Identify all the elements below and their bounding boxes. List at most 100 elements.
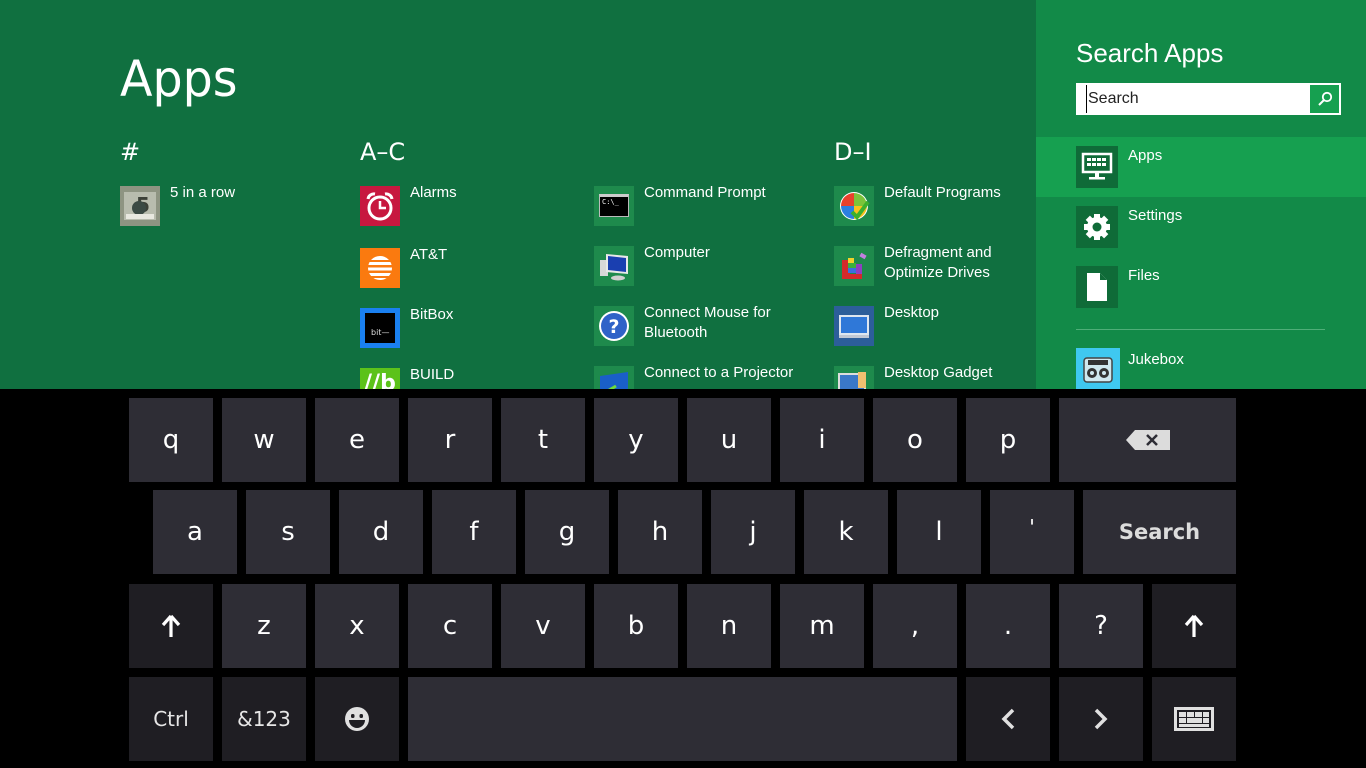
search-input[interactable] bbox=[1086, 85, 1310, 113]
scope-apps[interactable]: Apps bbox=[1036, 137, 1366, 197]
app-tile-default-programs[interactable]: Default Programs bbox=[834, 184, 1036, 226]
key-s[interactable]: s bbox=[246, 490, 330, 574]
key-ctrl[interactable]: Ctrl bbox=[129, 677, 213, 761]
key-comma[interactable]: , bbox=[873, 584, 957, 668]
app-tile-command-prompt[interactable]: C:\_ Command Prompt bbox=[594, 184, 804, 226]
key-d[interactable]: d bbox=[339, 490, 423, 574]
key-o[interactable]: o bbox=[873, 398, 957, 482]
scope-settings[interactable]: Settings bbox=[1036, 197, 1366, 257]
app-tile-defragment[interactable]: Defragment and Optimize Drives bbox=[834, 244, 1036, 286]
key-label: z bbox=[257, 611, 271, 641]
key-apostrophe[interactable]: ' bbox=[990, 490, 1074, 574]
key-u[interactable]: u bbox=[687, 398, 771, 482]
gear-icon bbox=[1076, 206, 1118, 248]
key-x[interactable]: x bbox=[315, 584, 399, 668]
key-f[interactable]: f bbox=[432, 490, 516, 574]
search-pane: Search Apps Apps bbox=[1036, 0, 1366, 389]
result-label: Jukebox bbox=[1128, 351, 1184, 368]
key-l[interactable]: l bbox=[897, 490, 981, 574]
command-prompt-icon: C:\_ bbox=[594, 186, 634, 226]
key-w[interactable]: w bbox=[222, 398, 306, 482]
app-label: Computer bbox=[644, 244, 710, 261]
group-header-hash[interactable]: # bbox=[120, 138, 140, 166]
key-period[interactable]: . bbox=[966, 584, 1050, 668]
app-label: AT&T bbox=[410, 246, 448, 263]
app-tile-connect-projector[interactable]: Connect to a Projector bbox=[594, 364, 804, 389]
apps-icon bbox=[1076, 146, 1118, 188]
key-label: t bbox=[537, 425, 549, 455]
key-label: a bbox=[187, 517, 203, 547]
app-tile-computer[interactable]: Computer bbox=[594, 244, 804, 286]
key-keyboard-layout[interactable] bbox=[1152, 677, 1236, 761]
key-c[interactable]: c bbox=[408, 584, 492, 668]
result-jukebox[interactable]: Jukebox bbox=[1036, 341, 1366, 389]
key-g[interactable]: g bbox=[525, 490, 609, 574]
chevron-right-icon bbox=[1094, 708, 1108, 730]
key-right-arrow[interactable] bbox=[1059, 677, 1143, 761]
computer-icon bbox=[594, 246, 634, 286]
key-space[interactable] bbox=[408, 677, 957, 761]
search-button[interactable] bbox=[1310, 85, 1339, 113]
scope-label: Settings bbox=[1128, 207, 1183, 224]
key-a[interactable]: a bbox=[153, 490, 237, 574]
key-left-arrow[interactable] bbox=[966, 677, 1050, 761]
scope-files[interactable]: Files bbox=[1036, 257, 1366, 317]
key-label: r bbox=[444, 425, 456, 455]
scope-label: Files bbox=[1128, 267, 1160, 284]
app-tile-connect-mouse-bluetooth[interactable]: ? Connect Mouse for Bluetooth bbox=[594, 304, 804, 346]
key-label: ' bbox=[1029, 515, 1035, 539]
key-label: e bbox=[349, 425, 365, 455]
app-tile-desktop[interactable]: Desktop bbox=[834, 304, 1036, 346]
key-p[interactable]: p bbox=[966, 398, 1050, 482]
key-label: l bbox=[935, 517, 943, 547]
shift-arrow-icon bbox=[161, 614, 181, 637]
chevron-left-icon bbox=[1001, 708, 1015, 730]
key-shift-right[interactable] bbox=[1152, 584, 1236, 668]
key-h[interactable]: h bbox=[618, 490, 702, 574]
key-v[interactable]: v bbox=[501, 584, 585, 668]
key-search[interactable]: Search bbox=[1083, 490, 1236, 574]
page-title: Apps bbox=[120, 50, 238, 108]
app-label: BUILD bbox=[410, 366, 455, 383]
key-y[interactable]: y bbox=[594, 398, 678, 482]
key-symbols[interactable]: &123 bbox=[222, 677, 306, 761]
key-label: ? bbox=[1094, 611, 1108, 641]
key-emoji[interactable] bbox=[315, 677, 399, 761]
key-t[interactable]: t bbox=[501, 398, 585, 482]
key-q[interactable]: q bbox=[129, 398, 213, 482]
key-label: i bbox=[818, 425, 826, 455]
app-tile-bitbox[interactable]: bit— BitBox bbox=[360, 306, 570, 348]
key-r[interactable]: r bbox=[408, 398, 492, 482]
key-b[interactable]: b bbox=[594, 584, 678, 668]
scope-label: Apps bbox=[1128, 147, 1163, 164]
group-header-a-c[interactable]: A–C bbox=[360, 138, 405, 166]
key-i[interactable]: i bbox=[780, 398, 864, 482]
app-label: Defragment and Optimize Drives bbox=[884, 244, 992, 281]
app-tile-5-in-a-row[interactable]: 5 5 in a row bbox=[120, 184, 330, 226]
keyboard-icon bbox=[1174, 707, 1214, 731]
key-z[interactable]: z bbox=[222, 584, 306, 668]
app-label: Connect Mouse for Bluetooth bbox=[644, 304, 771, 341]
app-tile-desktop-gadget[interactable]: Desktop Gadget bbox=[834, 364, 1036, 389]
key-label: . bbox=[1003, 611, 1013, 641]
key-label: w bbox=[253, 425, 275, 455]
key-label: s bbox=[281, 517, 295, 547]
defragment-icon bbox=[834, 246, 874, 286]
key-shift-left[interactable] bbox=[129, 584, 213, 668]
app-tile-build[interactable]: //b BUILD bbox=[360, 366, 570, 389]
key-e[interactable]: e bbox=[315, 398, 399, 482]
app-tile-att[interactable]: AT&T bbox=[360, 246, 570, 288]
key-j[interactable]: j bbox=[711, 490, 795, 574]
alarm-clock-icon bbox=[360, 186, 400, 226]
app-label: Alarms bbox=[410, 184, 457, 201]
group-header-d-i[interactable]: D–I bbox=[834, 138, 872, 166]
key-label: k bbox=[838, 517, 854, 547]
app-tile-alarms[interactable]: Alarms bbox=[360, 184, 570, 226]
key-question[interactable]: ? bbox=[1059, 584, 1143, 668]
key-k[interactable]: k bbox=[804, 490, 888, 574]
five-in-a-row-icon: 5 bbox=[120, 186, 160, 226]
key-backspace[interactable] bbox=[1059, 398, 1236, 482]
key-n[interactable]: n bbox=[687, 584, 771, 668]
touch-keyboard: q w e r t y u i o p a s d f g h j k l ' … bbox=[0, 389, 1366, 768]
key-m[interactable]: m bbox=[780, 584, 864, 668]
